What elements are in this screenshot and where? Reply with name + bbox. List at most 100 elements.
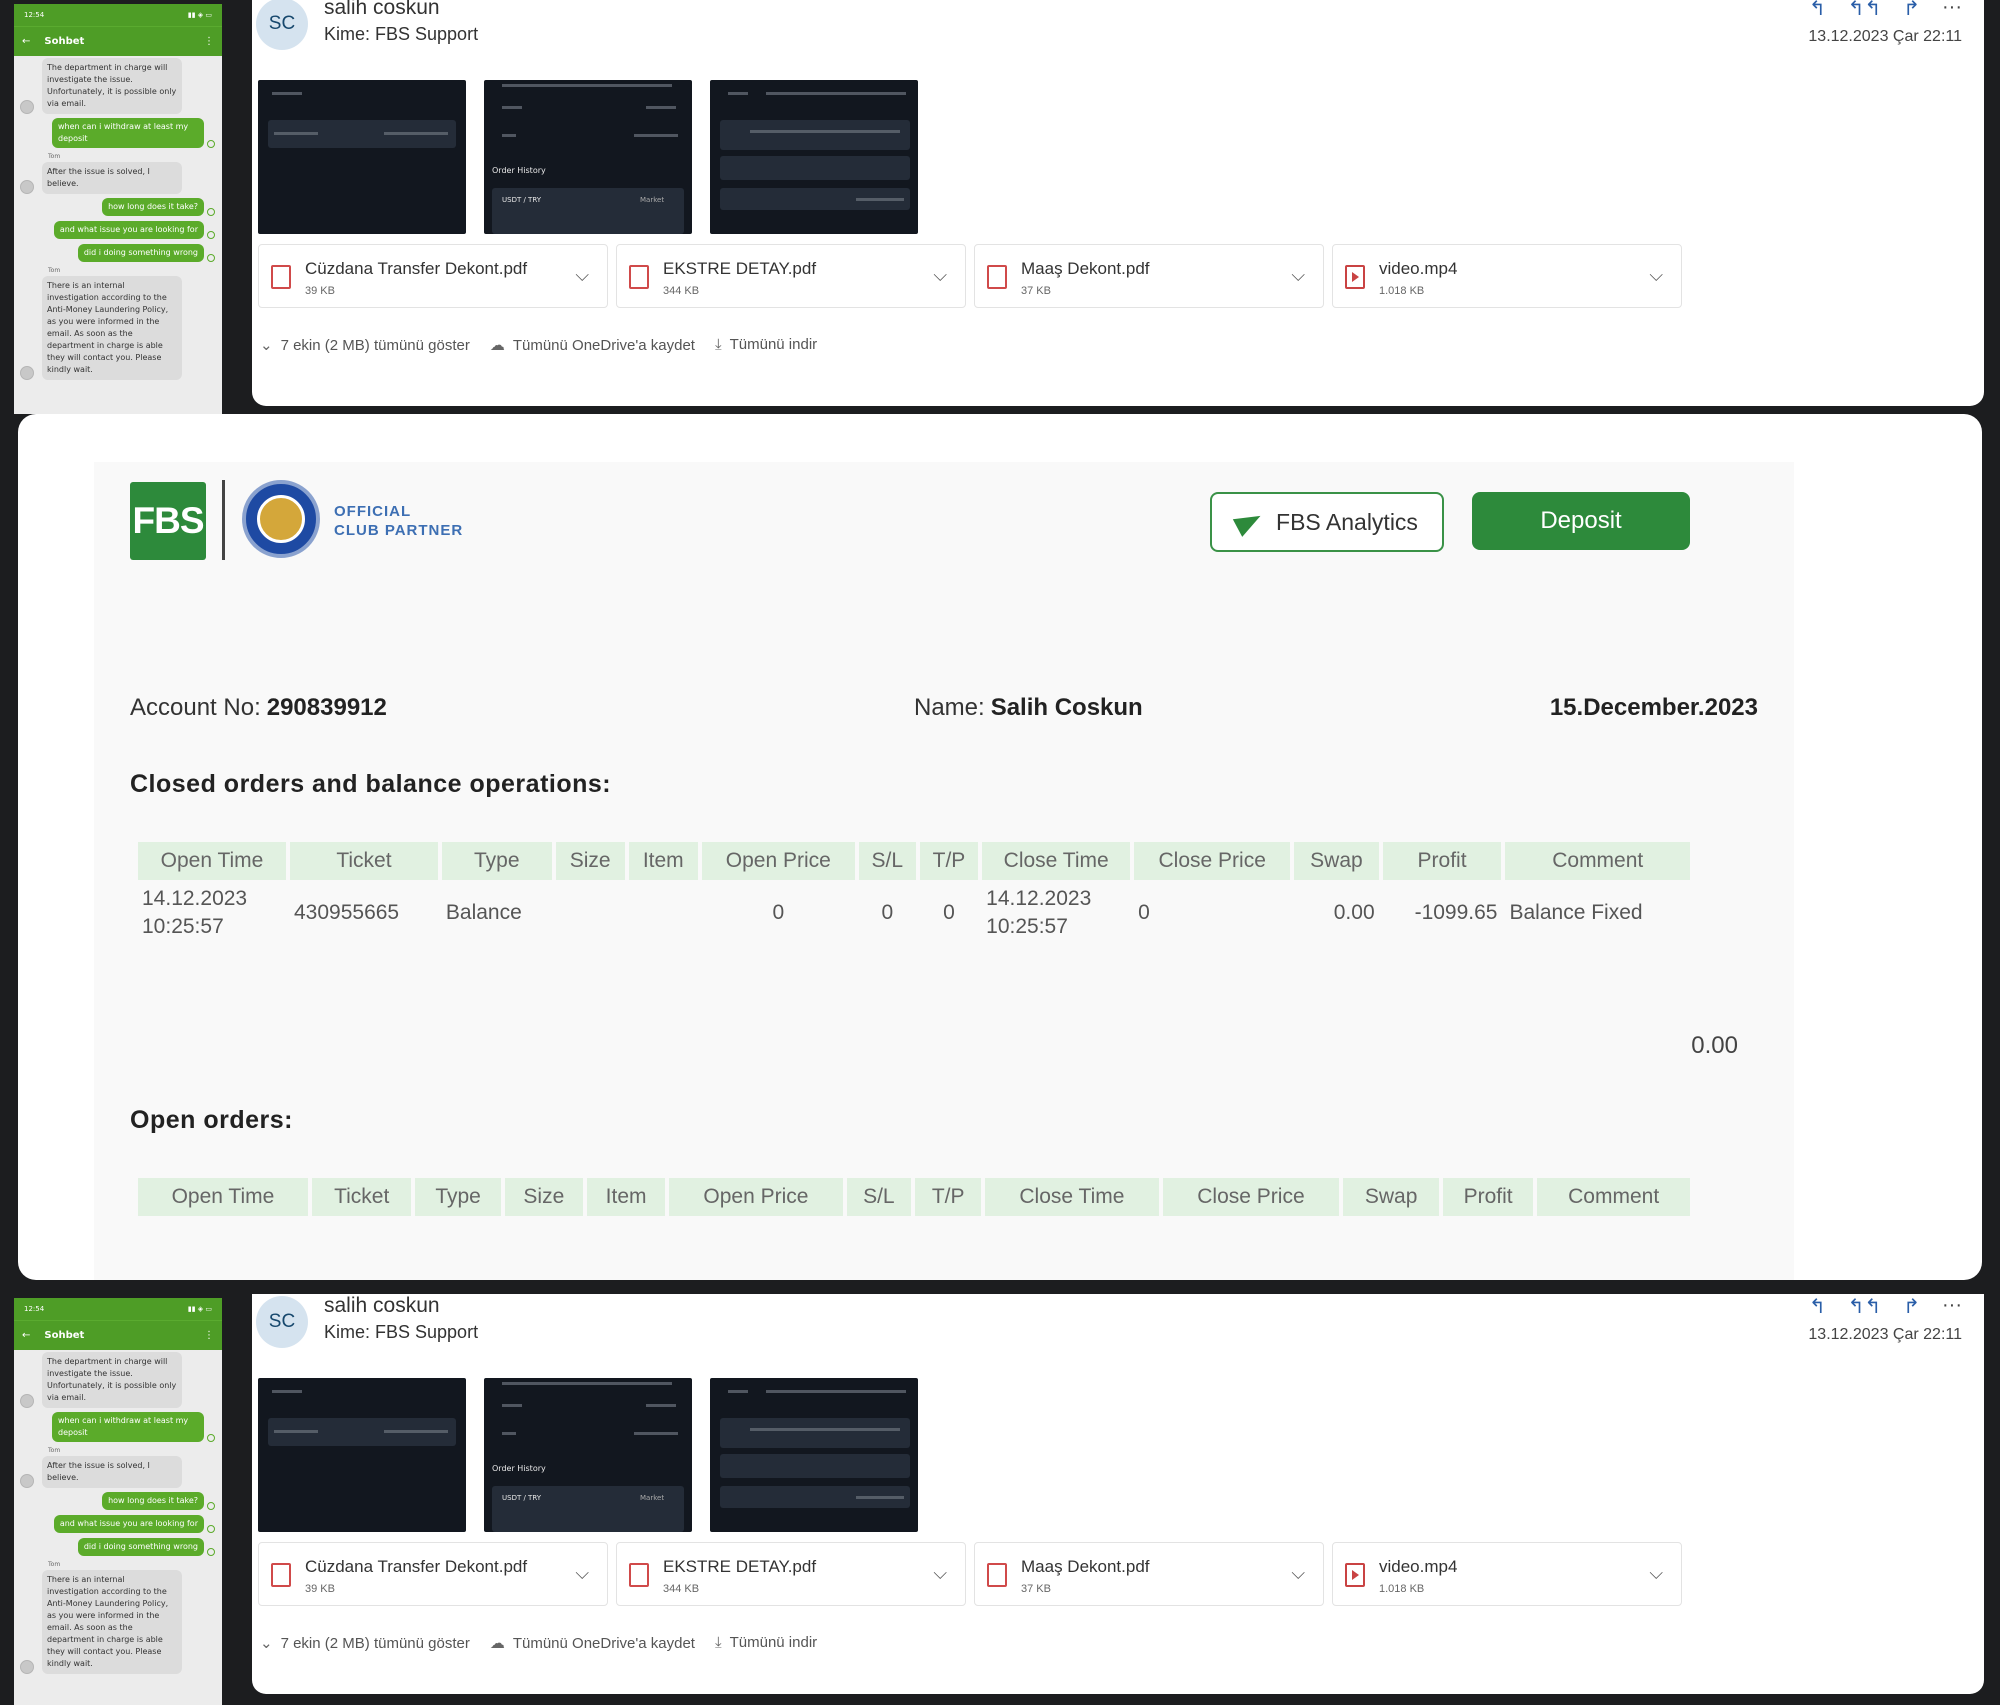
download-all-link[interactable]: ⤓ Tümünü indir [715, 336, 817, 354]
reply-icon[interactable]: ↰ [1809, 0, 1826, 21]
reply-all-icon[interactable]: ↰↰ [1848, 1294, 1882, 1319]
attachment-card[interactable]: video.mp4 1.018 KB ⌵ [1332, 1542, 1682, 1606]
more-vert-icon[interactable]: ⋮ [204, 1330, 214, 1341]
agent-avatar [20, 1660, 34, 1674]
chevron-down-icon[interactable]: ⌵ [933, 265, 947, 286]
show-all-attachments-link[interactable]: ⌄ 7 ekin (2 MB) tümünü göster [260, 1634, 470, 1652]
image-attachment-thumbnail[interactable] [710, 1378, 918, 1532]
attachment-card[interactable]: Cüzdana Transfer Dekont.pdf 39 KB ⌵ [258, 1542, 608, 1606]
agent-avatar [20, 1394, 34, 1408]
attachment-size: 344 KB [663, 1583, 700, 1595]
download-icon: ⤓ [714, 1634, 722, 1651]
chat-messages: The department in charge will investigat… [14, 1350, 222, 1680]
attachment-name: EKSTRE DETAY.pdf [663, 1557, 817, 1576]
read-tick-icon [207, 1502, 215, 1510]
pdf-icon [987, 265, 1007, 289]
attachment-name: Cüzdana Transfer Dekont.pdf [305, 259, 528, 278]
attachment-card[interactable]: EKSTRE DETAY.pdf 344 KB ⌵ [616, 244, 966, 308]
club-crest-logo [242, 480, 320, 558]
open-orders-title: Open orders: [130, 1106, 293, 1134]
cloud-icon: ☁ [489, 1635, 505, 1652]
chat-app-bar: ← Sohbet ⋮ [14, 26, 222, 56]
sender-avatar: SC [256, 0, 308, 50]
email-actions: ↰ ↰↰ ↱ ··· [1809, 0, 1962, 21]
email-date: 13.12.2023 Çar 22:11 [1808, 1326, 1962, 1343]
deposit-button[interactable]: Deposit [1472, 492, 1690, 550]
attachment-card[interactable]: video.mp4 1.018 KB ⌵ [1332, 244, 1682, 308]
attachment-size: 1.018 KB [1379, 1583, 1425, 1595]
image-attachment-thumbnail[interactable] [258, 1378, 466, 1532]
phone-status-bar: 12:54 ▮▮ ◈ ▭ [14, 4, 222, 26]
sender-name[interactable]: salih coskun [324, 1294, 440, 1318]
fbs-logo: FBS [130, 482, 206, 560]
fbs-statement-document: FBS OFFICIAL CLUB PARTNER FBS Analytics D… [94, 462, 1794, 1280]
download-all-link[interactable]: ⤓ Tümünü indir [715, 1634, 817, 1652]
show-all-attachments-link[interactable]: ⌄ 7 ekin (2 MB) tümünü göster [260, 336, 470, 354]
telegram-plane-icon [1232, 507, 1266, 537]
attachment-size: 37 KB [1021, 285, 1051, 297]
more-icon[interactable]: ··· [1942, 0, 1962, 21]
pdf-icon [271, 265, 291, 289]
chat-message-outgoing: how long does it take? [102, 198, 215, 216]
chevron-down-icon[interactable]: ⌵ [575, 1563, 589, 1584]
sender-label: Tom [48, 1561, 61, 1568]
attachment-card[interactable]: Cüzdana Transfer Dekont.pdf 39 KB ⌵ [258, 244, 608, 308]
image-attachment-thumbnail[interactable]: Order History USDT / TRY Market [484, 1378, 692, 1532]
forward-icon[interactable]: ↱ [1903, 0, 1920, 21]
table-header: Open Time Ticket Type Size Item Open Price S/L… [138, 1178, 1690, 1216]
chevron-down-icon[interactable]: ⌵ [1649, 1563, 1663, 1584]
chevron-down-icon[interactable]: ⌵ [1291, 1563, 1305, 1584]
save-onedrive-link[interactable]: ☁ Tümünü OneDrive'a kaydet [490, 336, 695, 354]
image-attachment-thumbnail[interactable] [710, 80, 918, 234]
back-arrow-icon[interactable]: ← [22, 36, 30, 47]
attachment-footer: ⌄ 7 ekin (2 MB) tümünü göster ☁ Tümünü One… [260, 1634, 817, 1652]
fbs-statement-panel: FBS OFFICIAL CLUB PARTNER FBS Analytics D… [18, 414, 1982, 1280]
phone-chat-screenshot: 12:54 ▮▮ ◈ ▭ ← Sohbet ⋮ The department in c… [14, 4, 222, 414]
closed-orders-title: Closed orders and balance operations: [130, 770, 612, 798]
agent-avatar [20, 100, 34, 114]
forward-icon[interactable]: ↱ [1903, 1294, 1920, 1319]
attachment-card[interactable]: Maaş Dekont.pdf 37 KB ⌵ [974, 244, 1324, 308]
chat-message-incoming: The department in charge will investigat… [20, 58, 182, 114]
sender-label: Tom [48, 267, 61, 274]
email-actions: ↰ ↰↰ ↱ ··· [1809, 1294, 1962, 1319]
sender-name[interactable]: salih coskun [324, 0, 440, 20]
attachment-card[interactable]: EKSTRE DETAY.pdf 344 KB ⌵ [616, 1542, 966, 1606]
chat-message-outgoing: did i doing something wrong [77, 1538, 215, 1556]
attachment-size: 1.018 KB [1379, 285, 1425, 297]
more-icon[interactable]: ··· [1942, 1294, 1962, 1319]
attachment-name: video.mp4 [1379, 1557, 1458, 1576]
open-orders-table: Open Time Ticket Type Size Item Open Price S/L… [134, 1178, 1694, 1216]
chat-message-outgoing: when can i withdraw at least my deposit [52, 1412, 215, 1442]
chevron-down-icon[interactable]: ⌵ [933, 1563, 947, 1584]
phone-status-bar: 12:54 ▮▮ ◈ ▭ [14, 1298, 222, 1320]
more-vert-icon[interactable]: ⋮ [204, 36, 214, 47]
closed-orders-table: Open Time Ticket Type Size Item Open Price S/L… [134, 842, 1694, 946]
email-panel-top: 12:54 ▮▮ ◈ ▭ ← Sohbet ⋮ The department in c… [0, 0, 2000, 414]
thumb-market: Market [640, 196, 665, 204]
chat-message-outgoing: how long does it take? [102, 1492, 215, 1510]
reply-icon[interactable]: ↰ [1809, 1294, 1826, 1319]
agent-avatar [20, 1474, 34, 1488]
recipient-line: Kime: FBS Support [324, 24, 479, 44]
pdf-icon [987, 1563, 1007, 1587]
phone-chat-screenshot: 12:54 ▮▮ ◈ ▭ ← Sohbet ⋮ The department in c… [14, 1298, 222, 1705]
cloud-icon: ☁ [489, 337, 505, 354]
save-onedrive-link[interactable]: ☁ Tümünü OneDrive'a kaydet [490, 1634, 695, 1652]
statement-date: 15.December.2023 [1549, 694, 1758, 721]
email-message: SC salih coskun Kime: FBS Support ↰ ↰↰ ↱… [252, 0, 1984, 406]
image-attachment-thumbnail[interactable]: Order History USDT / TRY Market [484, 80, 692, 234]
chat-message-incoming: After the issue is solved, I believe. [20, 1456, 182, 1488]
chevron-down-icon[interactable]: ⌵ [575, 265, 589, 286]
fbs-analytics-button[interactable]: FBS Analytics [1210, 492, 1444, 552]
chevron-down-icon[interactable]: ⌵ [1649, 265, 1663, 286]
back-arrow-icon[interactable]: ← [22, 1330, 30, 1341]
attachment-card[interactable]: Maaş Dekont.pdf 37 KB ⌵ [974, 1542, 1324, 1606]
screenshot-collage: { "email": { "avatar_initials": "SC", "s… [0, 0, 2000, 1705]
email-panel-bottom: 12:54 ▮▮ ◈ ▭ ← Sohbet ⋮ The department in c… [0, 1294, 2000, 1705]
chat-message-incoming: After the issue is solved, I believe. [20, 162, 182, 194]
chevron-down-icon[interactable]: ⌵ [1291, 265, 1305, 286]
thumb-pair: USDT / TRY [502, 196, 542, 204]
image-attachment-thumbnail[interactable] [258, 80, 466, 234]
reply-all-icon[interactable]: ↰↰ [1848, 0, 1882, 21]
